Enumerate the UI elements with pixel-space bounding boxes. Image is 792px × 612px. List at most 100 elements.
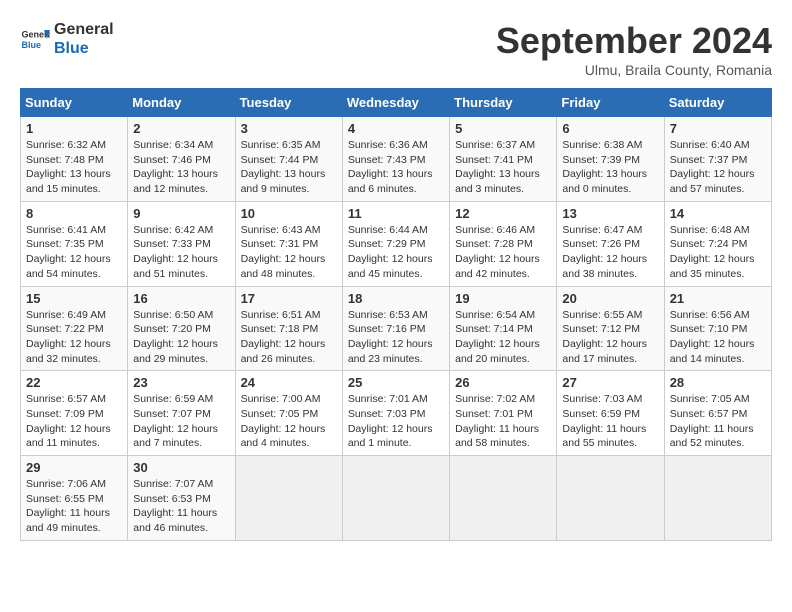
calendar-week-3: 15 Sunrise: 6:49 AMSunset: 7:22 PMDayligh…: [21, 286, 772, 371]
day-info: Sunrise: 6:37 AMSunset: 7:41 PMDaylight:…: [455, 138, 551, 197]
day-number: 25: [348, 375, 444, 390]
day-header-thursday: Thursday: [450, 89, 557, 117]
day-number: 14: [670, 206, 766, 221]
day-info: Sunrise: 6:43 AMSunset: 7:31 PMDaylight:…: [241, 223, 337, 282]
day-info: Sunrise: 6:47 AMSunset: 7:26 PMDaylight:…: [562, 223, 658, 282]
day-info: Sunrise: 6:36 AMSunset: 7:43 PMDaylight:…: [348, 138, 444, 197]
day-info: Sunrise: 7:02 AMSunset: 7:01 PMDaylight:…: [455, 392, 551, 451]
calendar-cell: 27 Sunrise: 7:03 AMSunset: 6:59 PMDayligh…: [557, 371, 664, 456]
calendar-cell: 13 Sunrise: 6:47 AMSunset: 7:26 PMDayligh…: [557, 201, 664, 286]
page-header: General Blue General Blue September 2024…: [20, 20, 772, 78]
calendar-cell: 23Sunrise: 6:59 AMSunset: 7:07 PMDayligh…: [128, 371, 235, 456]
calendar-cell: 19 Sunrise: 6:54 AMSunset: 7:14 PMDayligh…: [450, 286, 557, 371]
calendar-cell: 9 Sunrise: 6:42 AMSunset: 7:33 PMDaylight…: [128, 201, 235, 286]
day-info: Sunrise: 6:32 AMSunset: 7:48 PMDaylight:…: [26, 138, 122, 197]
calendar-cell: 15 Sunrise: 6:49 AMSunset: 7:22 PMDayligh…: [21, 286, 128, 371]
day-number: 15: [26, 291, 122, 306]
logo-general: General: [54, 20, 114, 39]
day-number: 21: [670, 291, 766, 306]
day-info: Sunrise: 6:34 AMSunset: 7:46 PMDaylight:…: [133, 138, 229, 197]
calendar-cell: [664, 456, 771, 541]
calendar-cell: 4 Sunrise: 6:36 AMSunset: 7:43 PMDaylight…: [342, 117, 449, 202]
day-number: 11: [348, 206, 444, 221]
calendar-cell: 30 Sunrise: 7:07 AMSunset: 6:53 PMDayligh…: [128, 456, 235, 541]
day-number: 3: [241, 121, 337, 136]
day-number: 6: [562, 121, 658, 136]
logo-blue: Blue: [54, 39, 114, 58]
calendar-cell: 28 Sunrise: 7:05 AMSunset: 6:57 PMDayligh…: [664, 371, 771, 456]
day-number: 2: [133, 121, 229, 136]
calendar-cell: 7 Sunrise: 6:40 AMSunset: 7:37 PMDaylight…: [664, 117, 771, 202]
calendar-cell: 12Sunrise: 6:46 AMSunset: 7:28 PMDayligh…: [450, 201, 557, 286]
calendar-cell: 5 Sunrise: 6:37 AMSunset: 7:41 PMDaylight…: [450, 117, 557, 202]
title-section: September 2024 Ulmu, Braila County, Roma…: [496, 20, 772, 78]
day-info: Sunrise: 6:42 AMSunset: 7:33 PMDaylight:…: [133, 223, 229, 282]
day-number: 9: [133, 206, 229, 221]
day-number: 29: [26, 460, 122, 475]
day-header-sunday: Sunday: [21, 89, 128, 117]
calendar-cell: [557, 456, 664, 541]
day-number: 18: [348, 291, 444, 306]
day-number: 30: [133, 460, 229, 475]
calendar-cell: 14Sunrise: 6:48 AMSunset: 7:24 PMDayligh…: [664, 201, 771, 286]
calendar-week-5: 29 Sunrise: 7:06 AMSunset: 6:55 PMDayligh…: [21, 456, 772, 541]
day-info: Sunrise: 7:03 AMSunset: 6:59 PMDaylight:…: [562, 392, 658, 451]
day-number: 4: [348, 121, 444, 136]
calendar-cell: 24Sunrise: 7:00 AMSunset: 7:05 PMDayligh…: [235, 371, 342, 456]
calendar-cell: 2 Sunrise: 6:34 AMSunset: 7:46 PMDaylight…: [128, 117, 235, 202]
day-info: Sunrise: 6:40 AMSunset: 7:37 PMDaylight:…: [670, 138, 766, 197]
day-header-monday: Monday: [128, 89, 235, 117]
day-number: 23: [133, 375, 229, 390]
day-number: 13: [562, 206, 658, 221]
calendar-cell: 29 Sunrise: 7:06 AMSunset: 6:55 PMDayligh…: [21, 456, 128, 541]
calendar-cell: 17 Sunrise: 6:51 AMSunset: 7:18 PMDayligh…: [235, 286, 342, 371]
day-info: Sunrise: 6:56 AMSunset: 7:10 PMDaylight:…: [670, 308, 766, 367]
day-number: 7: [670, 121, 766, 136]
day-info: Sunrise: 6:44 AMSunset: 7:29 PMDaylight:…: [348, 223, 444, 282]
day-number: 17: [241, 291, 337, 306]
day-number: 27: [562, 375, 658, 390]
day-header-friday: Friday: [557, 89, 664, 117]
day-number: 20: [562, 291, 658, 306]
day-info: Sunrise: 6:55 AMSunset: 7:12 PMDaylight:…: [562, 308, 658, 367]
day-header-saturday: Saturday: [664, 89, 771, 117]
day-info: Sunrise: 6:51 AMSunset: 7:18 PMDaylight:…: [241, 308, 337, 367]
calendar-cell: 8 Sunrise: 6:41 AMSunset: 7:35 PMDaylight…: [21, 201, 128, 286]
day-number: 5: [455, 121, 551, 136]
calendar-cell: 11 Sunrise: 6:44 AMSunset: 7:29 PMDayligh…: [342, 201, 449, 286]
day-number: 1: [26, 121, 122, 136]
day-number: 16: [133, 291, 229, 306]
day-info: Sunrise: 6:49 AMSunset: 7:22 PMDaylight:…: [26, 308, 122, 367]
calendar-cell: [450, 456, 557, 541]
calendar-cell: 1 Sunrise: 6:32 AMSunset: 7:48 PMDaylight…: [21, 117, 128, 202]
day-info: Sunrise: 6:35 AMSunset: 7:44 PMDaylight:…: [241, 138, 337, 197]
day-info: Sunrise: 6:50 AMSunset: 7:20 PMDaylight:…: [133, 308, 229, 367]
calendar-week-4: 22 Sunrise: 6:57 AMSunset: 7:09 PMDayligh…: [21, 371, 772, 456]
day-info: Sunrise: 7:05 AMSunset: 6:57 PMDaylight:…: [670, 392, 766, 451]
calendar-cell: 21 Sunrise: 6:56 AMSunset: 7:10 PMDayligh…: [664, 286, 771, 371]
location: Ulmu, Braila County, Romania: [496, 62, 772, 78]
logo-icon: General Blue: [20, 24, 50, 54]
day-info: Sunrise: 6:57 AMSunset: 7:09 PMDaylight:…: [26, 392, 122, 451]
day-info: Sunrise: 6:46 AMSunset: 7:28 PMDaylight:…: [455, 223, 551, 282]
calendar-cell: 26 Sunrise: 7:02 AMSunset: 7:01 PMDayligh…: [450, 371, 557, 456]
calendar-cell: 16 Sunrise: 6:50 AMSunset: 7:20 PMDayligh…: [128, 286, 235, 371]
day-number: 28: [670, 375, 766, 390]
day-number: 26: [455, 375, 551, 390]
calendar-table: SundayMondayTuesdayWednesdayThursdayFrid…: [20, 88, 772, 541]
calendar-cell: 20 Sunrise: 6:55 AMSunset: 7:12 PMDayligh…: [557, 286, 664, 371]
day-number: 19: [455, 291, 551, 306]
month-title: September 2024: [496, 20, 772, 62]
svg-text:Blue: Blue: [22, 40, 42, 50]
calendar-week-1: 1 Sunrise: 6:32 AMSunset: 7:48 PMDaylight…: [21, 117, 772, 202]
day-info: Sunrise: 6:41 AMSunset: 7:35 PMDaylight:…: [26, 223, 122, 282]
day-number: 22: [26, 375, 122, 390]
day-info: Sunrise: 6:54 AMSunset: 7:14 PMDaylight:…: [455, 308, 551, 367]
calendar-cell: 10Sunrise: 6:43 AMSunset: 7:31 PMDayligh…: [235, 201, 342, 286]
day-info: Sunrise: 7:07 AMSunset: 6:53 PMDaylight:…: [133, 477, 229, 536]
day-number: 8: [26, 206, 122, 221]
day-info: Sunrise: 7:06 AMSunset: 6:55 PMDaylight:…: [26, 477, 122, 536]
day-info: Sunrise: 6:38 AMSunset: 7:39 PMDaylight:…: [562, 138, 658, 197]
calendar-cell: 22 Sunrise: 6:57 AMSunset: 7:09 PMDayligh…: [21, 371, 128, 456]
calendar-cell: [342, 456, 449, 541]
